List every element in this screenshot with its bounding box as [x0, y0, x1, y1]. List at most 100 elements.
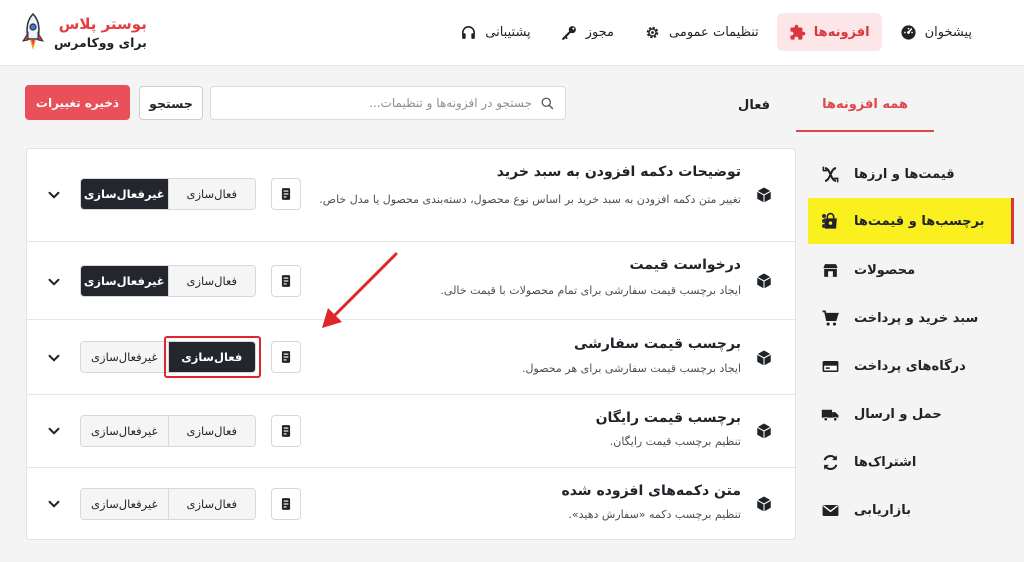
truck-icon — [820, 404, 840, 424]
activation-toggle: غیرفعال‌سازی فعال‌سازی — [80, 178, 256, 210]
feature-row: توضیحات دکمه افزودن به سبد خرید تغییر مت… — [27, 149, 795, 242]
feature-row: متن دکمه‌های افزوده شده تنظیم برچسب دکمه… — [27, 468, 795, 539]
sidebar-item-marketing[interactable]: بازاریابی — [808, 486, 1014, 534]
top-navigation: پیشخوان افزونه‌ها تنظیمات عمومی مجوز پشت… — [448, 13, 984, 51]
feature-list: توضیحات دکمه افزودن به سبد خرید تغییر مت… — [26, 148, 796, 540]
save-changes-button[interactable]: ذخیره تغییرات — [25, 85, 130, 120]
document-icon — [281, 275, 291, 287]
feature-row: برچسب قیمت رایگان تنظیم برچسب قیمت رایگا… — [27, 395, 795, 468]
documentation-button[interactable] — [271, 178, 301, 210]
search-input[interactable] — [221, 96, 532, 110]
search-icon — [541, 97, 554, 109]
feature-row: درخواست قیمت ایجاد برچسب قیمت سفارشی برا… — [27, 242, 795, 320]
activation-toggle: غیرفعال‌سازی فعال‌سازی — [80, 341, 256, 373]
cube-icon — [755, 186, 773, 204]
sidebar-item-label: برچسب‌ها و قیمت‌ها — [854, 213, 985, 229]
deactivate-button[interactable]: غیرفعال‌سازی — [81, 179, 168, 209]
sidebar-item-prices-currencies[interactable]: قیمت‌ها و ارزها — [808, 150, 1014, 198]
documentation-button[interactable] — [271, 415, 301, 447]
cube-icon — [755, 272, 773, 290]
feature-title: توضیحات دکمه افزودن به سبد خرید — [496, 164, 741, 180]
currency-exchange-icon — [820, 164, 840, 184]
mail-icon — [820, 500, 840, 520]
rocket-logo-icon — [21, 13, 45, 50]
activation-toggle: غیرفعال‌سازی فعال‌سازی — [80, 265, 256, 297]
activation-toggle: غیرفعال‌سازی فعال‌سازی — [80, 488, 256, 520]
sidebar-item-label: حمل و ارسال — [854, 406, 942, 422]
nav-license[interactable]: مجوز — [549, 13, 626, 51]
gear-icon — [646, 26, 659, 38]
activate-button[interactable]: فعال‌سازی — [167, 342, 255, 372]
nav-dashboard[interactable]: پیشخوان — [888, 13, 984, 51]
feature-title: متن دکمه‌های افزوده شده — [561, 483, 741, 499]
chevron-down-icon[interactable] — [45, 495, 63, 513]
sidebar-item-label: اشتراک‌ها — [854, 454, 917, 470]
deactivate-button[interactable]: غیرفعال‌سازی — [81, 489, 168, 519]
feature-description: تنظیم برچسب قیمت رایگان. — [609, 435, 741, 448]
cart-icon — [820, 308, 840, 328]
brand[interactable]: بوستر پلاس برای ووکامرس — [20, 10, 147, 56]
sidebar-item-cart-checkout[interactable]: سبد خرید و پرداخت — [808, 294, 1014, 342]
top-header: پیشخوان افزونه‌ها تنظیمات عمومی مجوز پشت… — [0, 0, 1024, 66]
nav-addons[interactable]: افزونه‌ها — [776, 13, 882, 51]
sidebar-item-label: محصولات — [854, 262, 916, 278]
activate-button[interactable]: فعال‌سازی — [167, 266, 255, 296]
feature-title: درخواست قیمت — [629, 257, 741, 273]
cube-icon — [755, 495, 773, 513]
chevron-down-icon[interactable] — [45, 422, 63, 440]
documentation-button[interactable] — [271, 341, 301, 373]
search-button[interactable]: جستجو — [139, 86, 203, 120]
card-icon — [820, 356, 840, 376]
sidebar-item-payment-gateways[interactable]: درگاه‌های پرداخت — [808, 342, 1014, 390]
chevron-down-icon[interactable] — [45, 273, 63, 291]
more-options-icon[interactable] — [820, 211, 828, 231]
deactivate-button[interactable]: غیرفعال‌سازی — [81, 416, 168, 446]
refresh-icon — [820, 452, 840, 472]
cube-icon — [755, 349, 773, 367]
nav-addons-label: افزونه‌ها — [813, 24, 870, 40]
feature-description: تنظیم برچسب دکمه «سفارش دهید». — [568, 508, 741, 521]
documentation-button[interactable] — [271, 488, 301, 520]
category-sidebar: قیمت‌ها و ارزها برچسب‌ها و قیمت‌ها محصول… — [808, 150, 1014, 534]
sidebar-item-label: درگاه‌های پرداخت — [854, 358, 966, 374]
documentation-button[interactable] — [271, 265, 301, 297]
nav-general-settings[interactable]: تنظیمات عمومی — [632, 13, 771, 51]
dashboard-icon — [901, 24, 916, 40]
sidebar-item-labels-prices[interactable]: برچسب‌ها و قیمت‌ها — [808, 198, 1014, 244]
deactivate-button[interactable]: غیرفعال‌سازی — [81, 342, 168, 372]
feature-description: ایجاد برچسب قیمت سفارشی برای تمام محصولا… — [440, 284, 741, 297]
activate-button[interactable]: فعال‌سازی — [167, 179, 255, 209]
feature-title: برچسب قیمت سفارشی — [573, 336, 741, 352]
tab-all-addons[interactable]: همه افزونه‌ها — [796, 78, 934, 132]
chevron-down-icon[interactable] — [45, 186, 63, 204]
sidebar-item-label: سبد خرید و پرداخت — [854, 310, 979, 326]
document-icon — [281, 351, 291, 363]
activate-button[interactable]: فعال‌سازی — [167, 416, 255, 446]
brand-name: بوستر پلاس — [58, 15, 147, 33]
sidebar-item-subscriptions[interactable]: اشتراک‌ها — [808, 438, 1014, 486]
search-box — [210, 86, 566, 120]
deactivate-button[interactable]: غیرفعال‌سازی — [81, 266, 168, 296]
nav-support-label: پشتیبانی — [485, 24, 531, 40]
nav-dashboard-label: پیشخوان — [924, 24, 972, 40]
sidebar-item-shipping[interactable]: حمل و ارسال — [808, 390, 1014, 438]
sidebar-item-label: بازاریابی — [854, 502, 911, 518]
puzzle-icon — [790, 24, 806, 40]
activation-toggle: غیرفعال‌سازی فعال‌سازی — [80, 415, 256, 447]
nav-support[interactable]: پشتیبانی — [448, 13, 542, 51]
cube-icon — [755, 422, 773, 440]
sidebar-item-label: قیمت‌ها و ارزها — [854, 166, 955, 182]
headset-icon — [462, 25, 476, 39]
document-icon — [281, 498, 291, 510]
document-icon — [281, 188, 291, 200]
nav-general-settings-label: تنظیمات عمومی — [669, 24, 759, 40]
tab-active-addons[interactable]: فعال — [712, 78, 796, 132]
key-icon — [561, 25, 576, 40]
chevron-down-icon[interactable] — [45, 349, 63, 367]
activate-button[interactable]: فعال‌سازی — [167, 489, 255, 519]
feature-row: برچسب قیمت سفارشی ایجاد برچسب قیمت سفارش… — [27, 320, 795, 395]
nav-license-label: مجوز — [585, 24, 615, 40]
sidebar-item-products[interactable]: محصولات — [808, 246, 1014, 294]
feature-title: برچسب قیمت رایگان — [595, 410, 741, 426]
brand-subtitle: برای ووکامرس — [54, 35, 147, 50]
